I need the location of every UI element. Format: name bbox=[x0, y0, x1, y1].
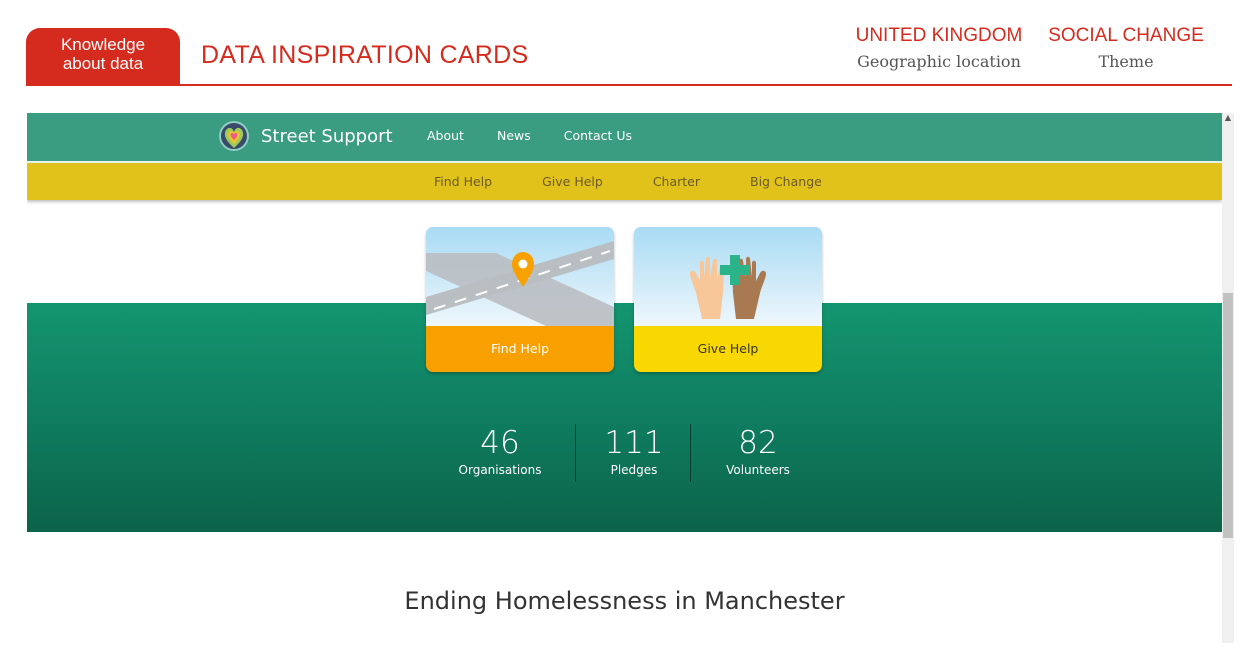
scrollbar-thumb[interactable] bbox=[1223, 293, 1233, 538]
theme-value: SOCIAL CHANGE bbox=[1048, 25, 1204, 46]
theme-label: Theme bbox=[1098, 52, 1154, 71]
subnav-item-big-change[interactable]: Big Change bbox=[750, 174, 822, 189]
find-help-illustration bbox=[426, 227, 614, 326]
stat-divider bbox=[690, 424, 691, 482]
map-pin-road-icon bbox=[426, 241, 614, 326]
category-tab-line1: Knowledge bbox=[60, 35, 146, 54]
location-value: UNITED KINGDOM bbox=[855, 25, 1023, 46]
stat-value: 46 bbox=[480, 425, 520, 461]
header-rule bbox=[26, 84, 1232, 86]
sub-nav: Find Help Give Help Charter Big Change bbox=[27, 163, 1222, 200]
subnav-item-charter[interactable]: Charter bbox=[653, 174, 700, 189]
find-help-tile-label: Find Help bbox=[426, 326, 614, 372]
theme-block: SOCIAL CHANGE Theme bbox=[1043, 25, 1209, 71]
category-tab-line2: about data bbox=[62, 54, 144, 73]
helping-hands-icon bbox=[690, 255, 766, 319]
nav-item-news[interactable]: News bbox=[497, 128, 531, 143]
stat-volunteers: 82 Volunteers bbox=[710, 425, 806, 477]
vertical-scrollbar[interactable]: ▲ bbox=[1222, 113, 1234, 643]
stat-value: 111 bbox=[604, 425, 664, 461]
stat-label: Organisations bbox=[458, 463, 542, 477]
top-nav: Street Support About News Contact Us bbox=[27, 113, 1222, 161]
stat-label: Volunteers bbox=[726, 463, 790, 477]
card-title: DATA INSPIRATION CARDS bbox=[201, 41, 529, 69]
give-help-illustration bbox=[634, 227, 822, 326]
nav-item-contact-us[interactable]: Contact Us bbox=[564, 128, 632, 143]
give-help-tile[interactable]: Give Help bbox=[634, 227, 822, 372]
stat-divider bbox=[575, 424, 576, 482]
page-headline: Ending Homelessness in Manchester bbox=[404, 587, 845, 615]
stat-value: 82 bbox=[738, 425, 778, 461]
give-help-tile-label: Give Help bbox=[634, 326, 822, 372]
website-screenshot: Street Support About News Contact Us Fin… bbox=[27, 113, 1222, 643]
subnav-item-give-help[interactable]: Give Help bbox=[542, 174, 603, 189]
find-help-tile[interactable]: Find Help bbox=[426, 227, 614, 372]
stat-pledges: 111 Pledges bbox=[587, 425, 681, 477]
street-support-logo-icon bbox=[219, 121, 249, 151]
stat-organisations: 46 Organisations bbox=[447, 425, 553, 477]
main-nav: About News Contact Us bbox=[427, 128, 632, 143]
scroll-up-arrow-icon[interactable]: ▲ bbox=[1222, 113, 1234, 123]
hero-banner bbox=[27, 303, 1222, 532]
subnav-item-find-help[interactable]: Find Help bbox=[434, 174, 492, 189]
location-label: Geographic location bbox=[857, 52, 1021, 71]
location-block: UNITED KINGDOM Geographic location bbox=[853, 25, 1025, 71]
brand-name: Street Support bbox=[261, 125, 393, 147]
stat-label: Pledges bbox=[610, 463, 658, 477]
category-tab: Knowledge about data bbox=[26, 28, 180, 85]
brand[interactable]: Street Support bbox=[217, 119, 393, 153]
nav-item-about[interactable]: About bbox=[427, 128, 464, 143]
